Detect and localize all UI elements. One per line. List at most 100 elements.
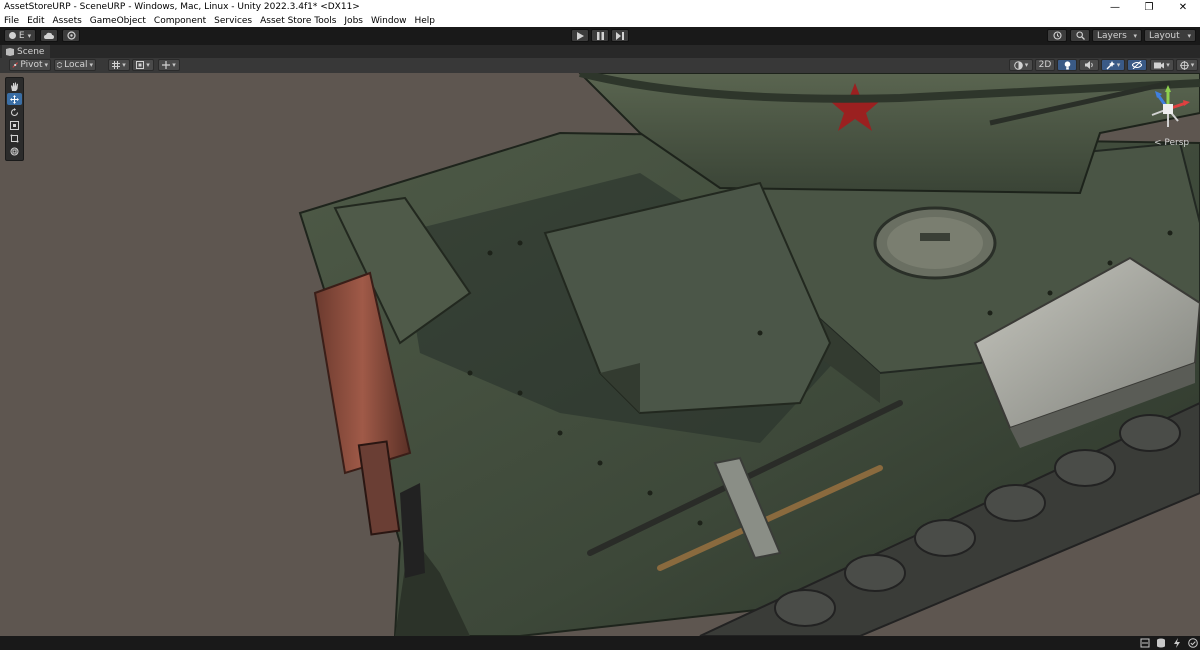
increment-snap-icon [162,61,171,69]
eye-slash-icon [1132,61,1142,69]
search-button[interactable] [1070,29,1090,42]
collab-button[interactable] [62,29,80,42]
scene-tab-bar: Scene [0,45,1200,59]
search-icon [1075,31,1085,40]
auto-generate-lighting-button[interactable] [1172,638,1182,648]
lighting-toggle[interactable] [1057,59,1077,71]
scene-toolbar: Pivot ▾ Local ▾ ▾ ▾ ▾ ▾ 2D ▾ ▾ ▾ [0,58,1200,74]
chevron-down-icon: ▾ [1133,31,1137,40]
pivot-dropdown[interactable]: Pivot ▾ [9,59,51,71]
tab-scene[interactable]: Scene [2,45,51,58]
hidden-objects-toggle[interactable] [1127,59,1147,71]
chevron-down-icon: ▾ [146,61,150,69]
chevron-down-icon: ▾ [1187,31,1191,40]
axis-gizmo-icon [1151,85,1190,127]
menu-bar: File Edit Assets GameObject Component Se… [0,14,1200,27]
gizmos-dropdown[interactable]: ▾ [1176,59,1198,71]
restore-button[interactable]: ❐ [1132,0,1166,14]
chevron-down-icon: ▾ [122,61,126,69]
grid-icon [112,61,121,69]
toggle-2d-label: 2D [1038,60,1052,70]
grid-snap-dropdown[interactable]: ▾ [108,59,130,71]
minimize-button[interactable]: — [1098,0,1132,14]
chevron-down-icon: ▾ [1190,61,1195,69]
effects-dropdown[interactable]: ▾ [1101,59,1125,71]
pause-button[interactable] [591,29,609,42]
menu-file[interactable]: File [0,16,23,26]
local-dropdown[interactable]: Local ▾ [54,59,96,71]
menu-edit[interactable]: Edit [23,16,48,26]
shading-mode-icon [1013,60,1023,70]
step-icon [616,31,624,40]
database-icon [1157,638,1165,648]
close-button[interactable]: ✕ [1166,0,1200,14]
scene-viewport[interactable]: < Persp [0,73,1200,636]
play-icon [576,31,584,40]
hand-tool-icon [11,82,18,91]
account-label: E [18,30,25,41]
transform-tool-icon [10,147,19,155]
cache-server-button[interactable] [1156,638,1166,648]
move-tool[interactable] [7,93,22,105]
speaker-icon [1084,61,1093,69]
audio-toggle[interactable] [1079,59,1099,71]
snap-icon [136,61,145,69]
menu-component[interactable]: Component [150,16,210,26]
pause-icon [596,31,604,40]
cloud-button[interactable] [40,29,58,42]
rect-tool[interactable] [7,132,22,144]
scene-camera-dropdown[interactable]: ▾ [1150,59,1174,71]
snap-increment-dropdown[interactable]: ▾ [132,59,154,71]
rotate-tool[interactable] [7,106,22,118]
chevron-down-icon: ▾ [1166,61,1170,69]
window-title-bar: AssetStoreURP - SceneURP - Windows, Mac,… [0,0,1200,14]
window-title: AssetStoreURP - SceneURP - Windows, Mac,… [4,2,360,12]
camera-icon [1154,62,1165,68]
scale-tool-icon [10,120,19,130]
transform-tool[interactable] [7,145,22,157]
undo-history-button[interactable] [1047,29,1067,42]
scene-tab-label: Scene [17,46,45,57]
chevron-down-icon: ▾ [89,61,93,69]
play-button[interactable] [571,29,589,42]
history-icon [1052,31,1062,40]
light-bulb-icon [1064,60,1070,69]
menu-help[interactable]: Help [410,16,439,26]
progress-button[interactable] [1140,638,1150,648]
menu-gameobject[interactable]: GameObject [86,16,150,26]
draw-mode-dropdown[interactable]: ▾ [1009,59,1033,71]
layers-dropdown[interactable]: Layers ▾ [1092,29,1142,42]
chevron-down-icon: ▾ [1024,61,1029,69]
menu-asset-store-tools[interactable]: Asset Store Tools [256,16,340,26]
orientation-gizmo[interactable]: < Persp [1140,81,1196,151]
chevron-down-icon: ▾ [1116,61,1121,69]
menu-jobs[interactable]: Jobs [340,16,367,26]
menu-services[interactable]: Services [210,16,256,26]
menu-assets[interactable]: Assets [49,16,86,26]
projection-label[interactable]: < Persp [1154,138,1189,148]
check-circle-icon [1188,638,1198,648]
status-bar [0,636,1200,650]
hand-tool[interactable] [7,80,22,92]
main-toolbar: E ▾ Layers ▾ Layout ▾ [0,27,1200,45]
move-tool-icon [10,94,19,104]
notifications-button[interactable] [1188,638,1198,648]
activity-icon [1140,638,1150,648]
pivot-label: Pivot [20,60,43,70]
collab-icon [66,31,76,40]
rect-tool-icon [10,134,19,142]
chevron-down-icon: ▾ [172,61,176,69]
menu-window[interactable]: Window [367,16,411,26]
tool-palette [5,77,24,161]
toggle-2d-button[interactable]: 2D [1035,59,1055,71]
layout-dropdown[interactable]: Layout ▾ [1144,29,1196,42]
layers-label: Layers [1097,30,1127,41]
tank-model-render [298,73,1200,636]
step-button[interactable] [611,29,629,42]
lighting-icon [1174,638,1180,648]
gizmos-icon [1179,60,1189,70]
account-icon [8,32,16,39]
increment-snap-dropdown[interactable]: ▾ [158,59,180,71]
scale-tool[interactable] [7,119,22,131]
account-dropdown[interactable]: E ▾ [4,29,36,42]
